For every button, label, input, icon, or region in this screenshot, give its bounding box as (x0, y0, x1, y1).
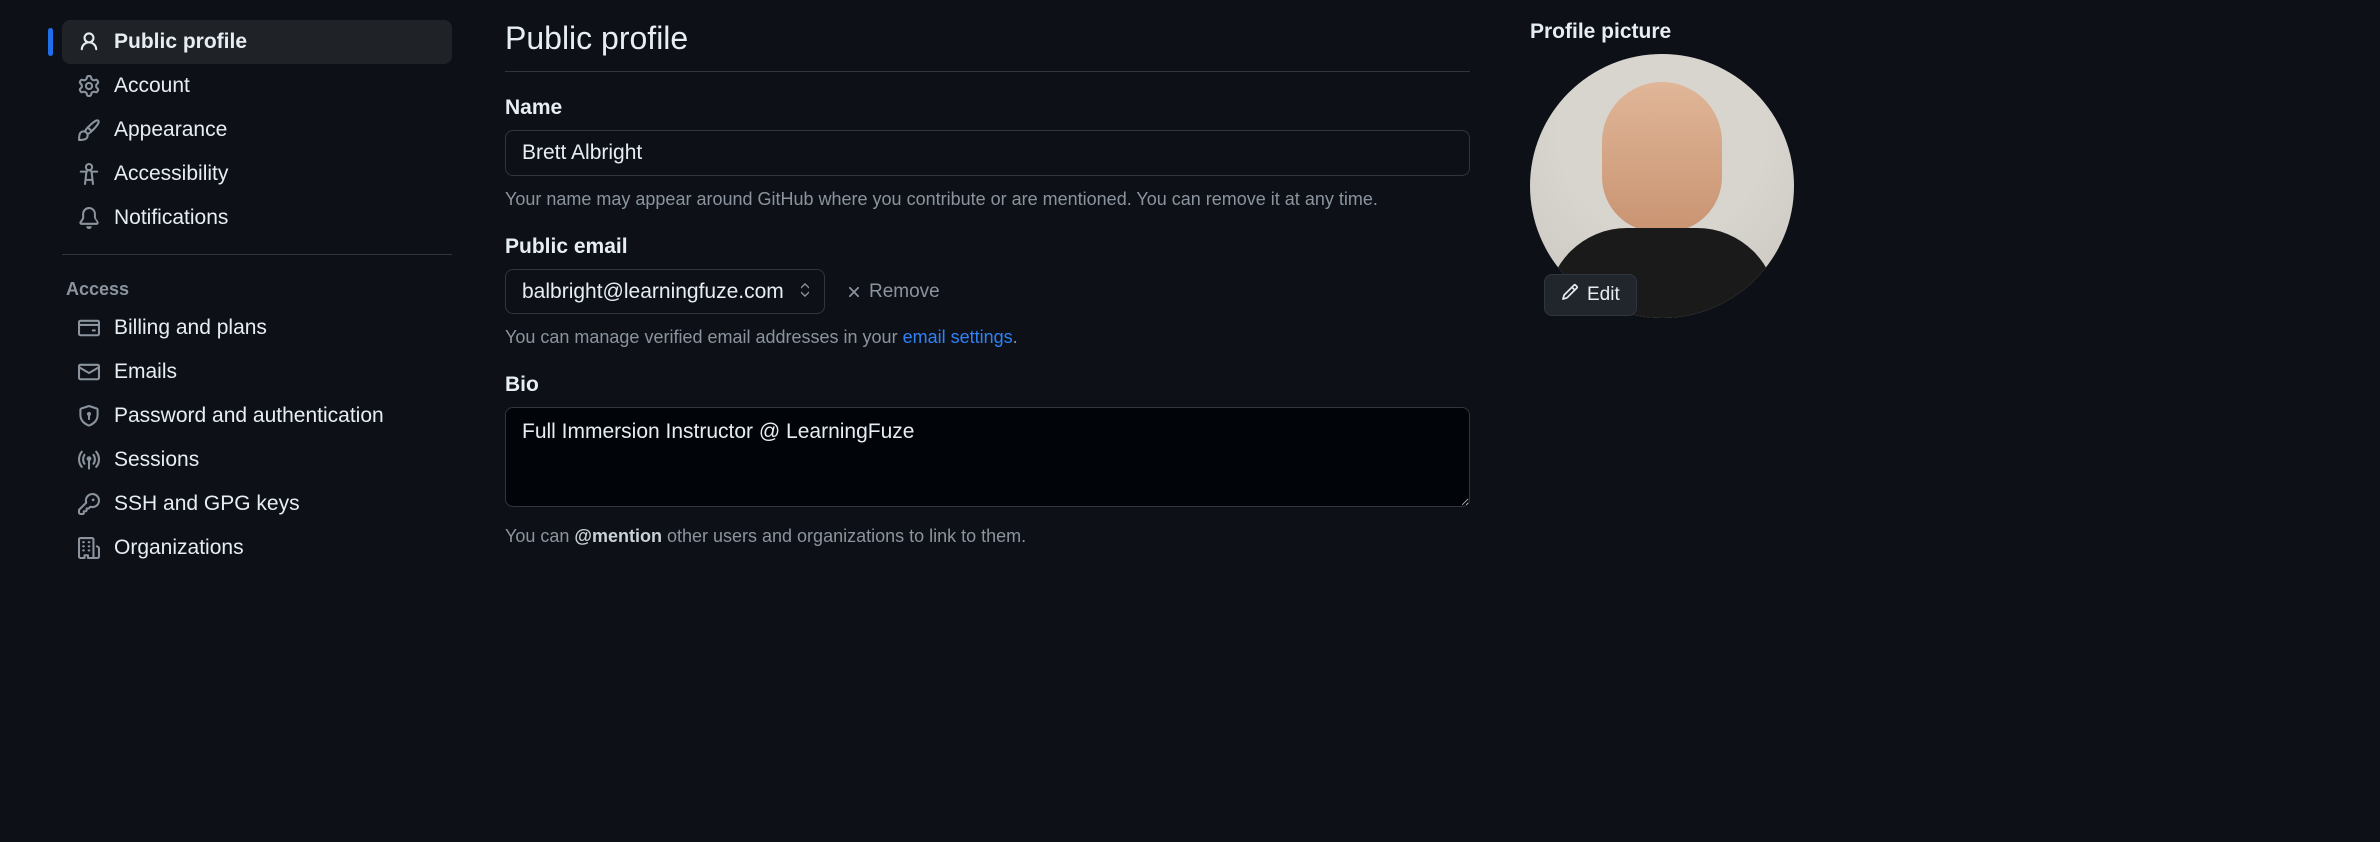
name-input[interactable] (505, 130, 1470, 176)
sidebar-item-notifications[interactable]: Notifications (62, 196, 452, 240)
bio-label: Bio (505, 373, 1470, 397)
sidebar-section-access: Access (62, 269, 452, 306)
shield-lock-icon (78, 405, 100, 427)
bio-textarea[interactable] (505, 407, 1470, 507)
bio-form-group: Bio You can @mention other users and org… (505, 373, 1470, 550)
sidebar-item-account[interactable]: Account (62, 64, 452, 108)
key-icon (78, 493, 100, 515)
sidebar-item-label: Emails (114, 360, 177, 384)
edit-label: Edit (1587, 284, 1620, 306)
paintbrush-icon (78, 119, 100, 141)
credit-card-icon (78, 317, 100, 339)
organization-icon (78, 537, 100, 559)
sidebar-item-billing[interactable]: Billing and plans (62, 306, 452, 350)
mail-icon (78, 361, 100, 383)
email-select[interactable]: balbright@learningfuze.com (505, 269, 825, 314)
name-form-group: Name Your name may appear around GitHub … (505, 96, 1470, 213)
email-form-group: Public email balbright@learningfuze.com … (505, 235, 1470, 351)
name-help-text: Your name may appear around GitHub where… (505, 186, 1470, 213)
profile-picture-label: Profile picture (1530, 20, 1794, 44)
remove-label: Remove (869, 281, 940, 303)
page-title: Public profile (505, 20, 1470, 57)
sidebar-item-password[interactable]: Password and authentication (62, 394, 452, 438)
sidebar-item-label: Account (114, 74, 190, 98)
email-label: Public email (505, 235, 1470, 259)
name-label: Name (505, 96, 1470, 120)
bell-icon (78, 207, 100, 229)
title-divider (505, 71, 1470, 72)
sidebar-item-label: SSH and GPG keys (114, 492, 300, 516)
email-help-text: You can manage verified email addresses … (505, 324, 1470, 351)
pencil-icon (1561, 283, 1579, 307)
sidebar-divider (62, 254, 452, 255)
sidebar-item-accessibility[interactable]: Accessibility (62, 152, 452, 196)
gear-icon (78, 75, 100, 97)
sidebar-item-label: Password and authentication (114, 404, 384, 428)
sidebar-item-label: Sessions (114, 448, 199, 472)
sidebar-item-label: Accessibility (114, 162, 228, 186)
sidebar-item-label: Organizations (114, 536, 244, 560)
settings-sidebar: Public profile Account Appearance Access… (0, 0, 470, 842)
bio-help-text: You can @mention other users and organiz… (505, 523, 1470, 550)
email-settings-link[interactable]: email settings (903, 327, 1013, 347)
sidebar-item-label: Billing and plans (114, 316, 267, 340)
profile-picture-section: Profile picture Edit (1530, 0, 1854, 842)
sidebar-item-ssh-keys[interactable]: SSH and GPG keys (62, 482, 452, 526)
person-icon (78, 31, 100, 53)
sidebar-item-public-profile[interactable]: Public profile (62, 20, 452, 64)
sidebar-item-label: Public profile (114, 30, 247, 54)
main-content: Public profile Name Your name may appear… (470, 0, 1530, 842)
sidebar-item-emails[interactable]: Emails (62, 350, 452, 394)
edit-picture-button[interactable]: Edit (1544, 274, 1637, 316)
sidebar-item-appearance[interactable]: Appearance (62, 108, 452, 152)
sidebar-item-label: Notifications (114, 206, 228, 230)
broadcast-icon (78, 449, 100, 471)
remove-email-button[interactable]: Remove (845, 281, 940, 303)
sidebar-item-sessions[interactable]: Sessions (62, 438, 452, 482)
sidebar-item-organizations[interactable]: Organizations (62, 526, 452, 570)
sidebar-item-label: Appearance (114, 118, 227, 142)
accessibility-icon (78, 163, 100, 185)
x-icon (845, 283, 863, 301)
